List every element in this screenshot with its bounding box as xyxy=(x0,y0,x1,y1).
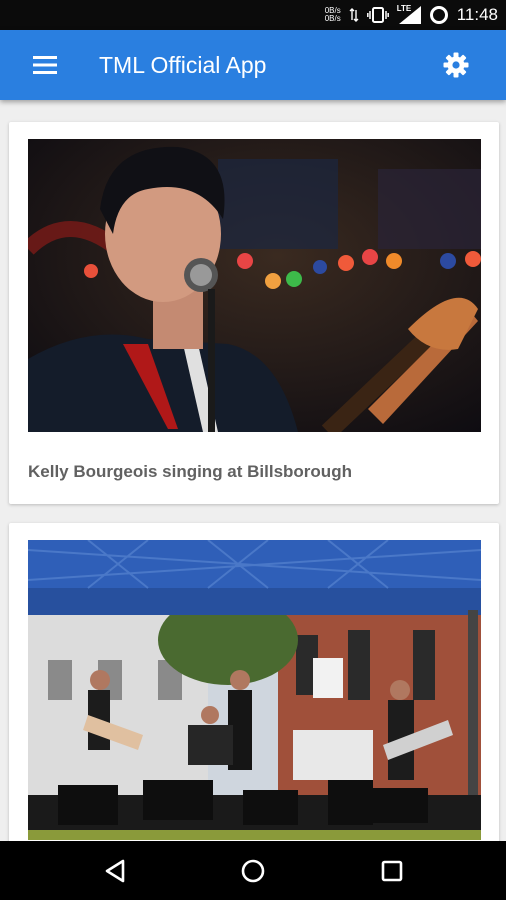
post-caption: Kelly Bourgeois singing at Billsborough xyxy=(28,462,352,481)
settings-button[interactable] xyxy=(436,47,476,83)
status-icons: 0B/s 0B/s LTE 11:48 xyxy=(325,0,498,30)
sync-circle-icon xyxy=(429,6,448,24)
network-speed-down: 0B/s xyxy=(324,14,341,23)
back-button[interactable] xyxy=(97,853,133,889)
gear-icon xyxy=(443,52,469,78)
home-button[interactable] xyxy=(235,853,271,889)
post-card[interactable]: Kelly Bourgeois singing at Billsborough xyxy=(9,122,499,504)
band-stage-photo xyxy=(28,540,481,840)
app-title: TML Official App xyxy=(99,52,267,78)
system-nav-bar xyxy=(0,841,506,900)
hamburger-menu-icon xyxy=(33,56,57,74)
data-transfer-icon xyxy=(349,8,359,22)
triangle-back-icon xyxy=(105,859,125,883)
menu-button[interactable] xyxy=(24,50,66,80)
recents-button[interactable] xyxy=(374,853,410,889)
lte-label: LTE xyxy=(396,4,412,13)
post-card[interactable] xyxy=(9,523,499,841)
feed-list[interactable]: Kelly Bourgeois singing at Billsborough xyxy=(0,100,506,841)
clock: 11:48 xyxy=(456,5,498,24)
signal-group: LTE xyxy=(396,4,421,24)
vibrate-icon xyxy=(366,7,389,23)
status-bar: 0B/s 0B/s LTE 11:48 xyxy=(0,0,506,30)
post-photo xyxy=(28,139,481,432)
square-recents-icon xyxy=(381,860,403,882)
singer-photo xyxy=(28,139,481,432)
circle-home-icon xyxy=(241,859,265,883)
app-bar: TML Official App xyxy=(0,30,506,100)
post-photo xyxy=(28,540,481,840)
network-speed: 0B/s 0B/s xyxy=(325,7,341,23)
